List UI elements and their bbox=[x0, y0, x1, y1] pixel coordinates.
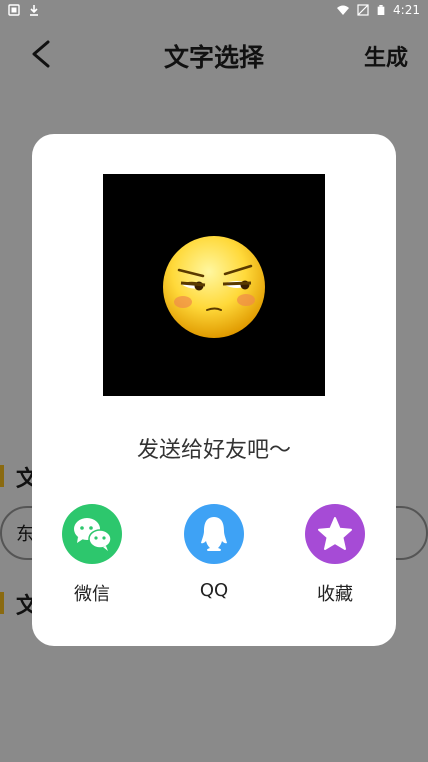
share-qq-label: QQ bbox=[199, 580, 229, 601]
share-favorite-button[interactable]: 收藏 bbox=[290, 504, 380, 606]
share-prompt: 发送给好友吧～ bbox=[136, 438, 291, 463]
share-wechat-label: 微信 bbox=[74, 584, 110, 605]
share-favorite-label: 收藏 bbox=[317, 584, 353, 605]
generated-image-preview bbox=[103, 174, 325, 396]
share-dialog: 发送给好友吧～ 微信 QQ 收藏 bbox=[32, 134, 396, 646]
share-wechat-button[interactable]: 微信 bbox=[47, 504, 137, 606]
wechat-icon bbox=[62, 504, 122, 564]
star-icon bbox=[305, 504, 365, 564]
smirk-emoji-icon bbox=[163, 236, 265, 338]
share-qq-button[interactable]: QQ bbox=[169, 504, 259, 601]
share-options: 微信 QQ 收藏 bbox=[32, 504, 396, 614]
qq-penguin-icon bbox=[184, 504, 244, 564]
